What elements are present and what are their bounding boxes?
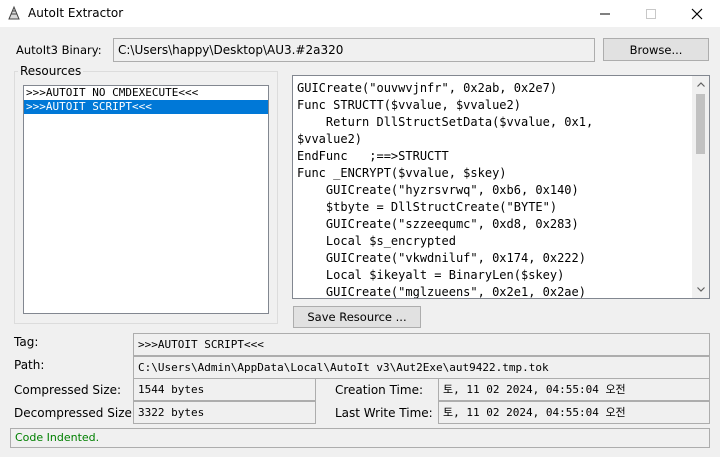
app-icon	[6, 5, 22, 21]
minimize-button[interactable]	[582, 0, 628, 27]
maximize-button[interactable]	[628, 0, 674, 27]
minimize-icon	[600, 13, 610, 14]
path-field[interactable]: C:\Users\Admin\AppData\Local\AutoIt v3\A…	[133, 356, 710, 379]
creation-time-label: Creation Time:	[335, 383, 423, 397]
status-bar: Code Indented.	[10, 428, 710, 448]
scroll-up-arrow[interactable]	[692, 76, 709, 93]
decompressed-size-label: Decompressed Size:	[14, 406, 136, 420]
tag-field[interactable]: >>>AUTOIT SCRIPT<<<	[133, 333, 710, 356]
title-bar[interactable]: AutoIt Extractor	[0, 0, 720, 27]
code-line: GUICreate("mglzueens", 0x2e1, 0x2ae)	[297, 285, 586, 299]
chevron-down-icon	[696, 287, 705, 292]
tag-label: Tag:	[14, 335, 39, 349]
script-code-view[interactable]: GUICreate("ouvwvjnfr", 0x2ab, 0x2e7) Func…	[292, 75, 710, 299]
code-line: Func STRUCTT($vvalue, $vvalue2)	[297, 98, 521, 112]
list-item[interactable]: >>>AUTOIT NO CMDEXECUTE<<<	[24, 86, 268, 100]
resources-group-title: Resources	[18, 64, 84, 78]
code-line: GUICreate("hyzrsvrwq", 0xb6, 0x140)	[297, 183, 579, 197]
code-line: GUICreate("vkwdniluf", 0x174, 0x222)	[297, 251, 586, 265]
scroll-thumb[interactable]	[696, 94, 705, 154]
last-write-time-field[interactable]: 토, 11 02 2024, 04:55:04 오전	[438, 401, 710, 424]
code-line: GUICreate("szzeequmc", 0xd8, 0x283)	[297, 217, 579, 231]
resources-list[interactable]: >>>AUTOIT NO CMDEXECUTE<<< >>>AUTOIT SCR…	[23, 85, 269, 314]
close-button[interactable]	[674, 0, 720, 27]
vertical-scrollbar[interactable]	[692, 76, 709, 298]
save-resource-button[interactable]: Save Resource ...	[293, 306, 421, 328]
creation-time-field[interactable]: 토, 11 02 2024, 04:55:04 오전	[438, 378, 710, 401]
list-item-label: >>>AUTOIT NO CMDEXECUTE<<<	[26, 86, 199, 99]
code-line: Return DllStructSetData($vvalue, 0x1,	[297, 115, 594, 129]
list-item-selected[interactable]: >>>AUTOIT SCRIPT<<<	[24, 100, 268, 114]
last-write-time-label: Last Write Time:	[335, 406, 433, 420]
maximize-icon	[646, 8, 656, 19]
list-item-label: >>>AUTOIT SCRIPT<<<	[26, 100, 152, 113]
code-line: $tbyte = DllStructCreate("BYTE")	[297, 200, 558, 214]
compressed-size-field[interactable]: 1544 bytes	[133, 378, 316, 401]
binary-label: AutoIt3 Binary:	[16, 43, 102, 57]
code-line: Func _ENCRYPT($vvalue, $skey)	[297, 166, 507, 180]
compressed-size-label: Compressed Size:	[14, 383, 122, 397]
path-label: Path:	[14, 358, 45, 372]
binary-path-field[interactable]: C:\Users\happy\Desktop\AU3.#2a320	[113, 38, 595, 62]
script-code-text: GUICreate("ouvwvjnfr", 0x2ab, 0x2e7) Func…	[297, 80, 693, 299]
decompressed-size-field[interactable]: 3322 bytes	[133, 401, 316, 424]
browse-button[interactable]: Browse...	[603, 38, 709, 61]
code-line: $vvalue2)	[297, 132, 363, 146]
code-line: Local $s_encrypted	[297, 234, 456, 248]
close-icon	[691, 8, 703, 19]
code-line: Local $ikeyalt = BinaryLen($skey)	[297, 268, 565, 282]
code-line: EndFunc ;==>STRUCTT	[297, 149, 449, 163]
code-line: GUICreate("ouvwvjnfr", 0x2ab, 0x2e7)	[297, 81, 558, 95]
scroll-down-arrow[interactable]	[692, 281, 709, 298]
chevron-up-icon	[696, 82, 705, 87]
window-title: AutoIt Extractor	[28, 6, 124, 20]
